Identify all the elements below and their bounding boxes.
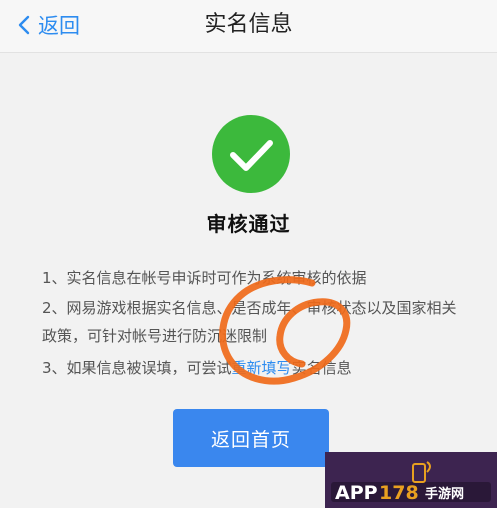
note-item-2: 2、网易游戏根据实名信息、是否成年、审核状态以及国家相关政策，可针对帐号进行防沉… xyxy=(42,299,457,345)
svg-text:178: 178 xyxy=(379,482,419,504)
note-item-3: 3、如果信息被误填，可尝试重新填写实名信息 xyxy=(42,354,462,382)
navigation-bar: 返回 实名信息 xyxy=(0,0,497,53)
check-circle-icon xyxy=(211,114,291,194)
return-home-button[interactable]: 返回首页 xyxy=(173,409,329,467)
note-3-suffix: 实名信息 xyxy=(291,359,352,377)
note-item-1: 1、实名信息在帐号申诉时可作为系统审核的依据 xyxy=(42,269,367,287)
watermark-logo: APP 178 手游网 xyxy=(325,452,497,508)
status-title: 审核通过 xyxy=(206,212,291,236)
refill-link[interactable]: 重新填写 xyxy=(232,359,292,377)
svg-text:APP: APP xyxy=(335,482,378,504)
note-3-prefix: 3、如果信息被误填，可尝试 xyxy=(42,359,232,377)
page-title: 实名信息 xyxy=(204,12,293,37)
svg-text:手游网: 手游网 xyxy=(425,486,464,502)
notes-list: 1、实名信息在帐号申诉时可作为系统审核的依据 2、网易游戏根据实名信息、是否成年… xyxy=(42,264,462,382)
